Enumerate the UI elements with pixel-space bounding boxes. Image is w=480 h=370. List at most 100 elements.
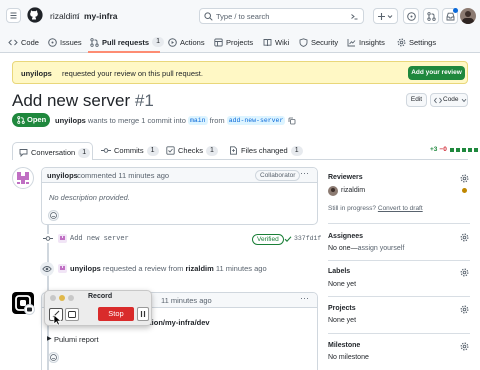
table-icon xyxy=(214,38,223,46)
code-icon xyxy=(434,97,442,104)
comment-author[interactable]: unyilops xyxy=(47,171,78,180)
commit-author-avatar[interactable] xyxy=(58,234,67,243)
reviewers-heading: Reviewers xyxy=(328,174,363,181)
commit-icon xyxy=(101,148,111,153)
notification-dot xyxy=(453,8,458,13)
pull-requests-button[interactable] xyxy=(423,8,439,24)
window-minimize-dot[interactable] xyxy=(59,295,65,301)
nav-item-label: Projects xyxy=(226,37,254,47)
menu-button[interactable] xyxy=(6,8,21,23)
gear-icon[interactable] xyxy=(460,342,469,351)
labels-value: None yet xyxy=(328,281,357,288)
user-avatar[interactable] xyxy=(460,8,476,24)
add-reaction-button[interactable] xyxy=(48,210,59,221)
reviewer-avatar[interactable] xyxy=(328,186,338,196)
head-branch[interactable]: add-new-server xyxy=(226,116,286,125)
gear-icon[interactable] xyxy=(460,174,469,183)
search-placeholder: Type / to search xyxy=(216,12,270,21)
add-reaction-button[interactable] xyxy=(48,352,59,363)
bot-comment-time: 11 minutes ago xyxy=(161,296,212,305)
stop-recording-button[interactable]: Stop xyxy=(98,307,134,321)
nav-item-label: Actions xyxy=(180,37,205,47)
event-text: requested a review from xyxy=(100,264,186,273)
search-input[interactable]: Type / to search xyxy=(199,8,364,24)
github-logo-icon[interactable] xyxy=(27,7,43,23)
comment-menu-icon[interactable]: ··· xyxy=(300,168,309,178)
command-palette-icon[interactable] xyxy=(350,12,359,21)
issues-button[interactable] xyxy=(403,8,419,24)
tabs-divider xyxy=(93,159,468,160)
diffstat-block xyxy=(467,147,472,152)
window-close-dot[interactable] xyxy=(50,295,56,301)
repo-owner-link[interactable]: rizaldim xyxy=(50,11,79,21)
code-icon xyxy=(8,39,18,45)
diffstat-deletions: −0 xyxy=(439,146,447,153)
nav-item-label: Wiki xyxy=(275,37,290,47)
nav-item-projects[interactable]: Projects xyxy=(214,35,253,49)
comment-icon xyxy=(19,149,28,157)
disclosure-triangle-icon[interactable]: ▶ xyxy=(47,335,52,342)
recorder-title: Record xyxy=(88,293,113,300)
repo-name-link[interactable]: my-infra xyxy=(84,11,118,21)
code-dropdown-button[interactable]: Code xyxy=(430,93,468,107)
add-review-button[interactable]: Add your review xyxy=(408,66,465,80)
pause-recording-button[interactable] xyxy=(137,307,149,321)
event-reviewer[interactable]: rizaldim xyxy=(185,264,213,273)
gear-icon[interactable] xyxy=(460,268,469,277)
check-icon xyxy=(284,236,292,242)
nav-item-wiki[interactable]: Wiki xyxy=(263,35,289,49)
window-mode-button[interactable] xyxy=(65,308,79,321)
gear-icon[interactable] xyxy=(460,233,469,242)
event-badge xyxy=(40,262,54,276)
comment-menu-icon[interactable]: ··· xyxy=(300,293,309,303)
event-actor-avatar[interactable] xyxy=(58,264,67,273)
nav-item-issues[interactable]: Issues xyxy=(48,35,82,49)
commit-sha[interactable]: 337fd1f xyxy=(294,235,321,242)
pr-author-link[interactable]: unyilops xyxy=(55,116,86,125)
nav-item-actions[interactable]: Actions xyxy=(168,35,205,49)
gear-icon[interactable] xyxy=(460,305,469,314)
window-zoom-dot[interactable] xyxy=(68,295,74,301)
verified-badge[interactable]: Verified xyxy=(252,234,284,245)
sidebar-divider xyxy=(328,260,470,261)
comment-meta: commented 11 minutes ago xyxy=(75,171,170,180)
nav-item-pull-requests[interactable]: Pull requests 1 xyxy=(90,35,165,49)
issue-circle-icon xyxy=(407,12,416,21)
nav-item-label: Pull requests xyxy=(102,37,150,47)
pulumi-report-summary[interactable]: Pulumi report xyxy=(54,335,99,344)
convert-to-draft-link[interactable]: Convert to draft xyxy=(378,205,423,212)
commit-message[interactable]: Add new server xyxy=(70,235,129,243)
breadcrumb-separator: / xyxy=(77,11,80,21)
tab-files-changed[interactable]: Files changed 1 xyxy=(229,142,303,159)
commenter-avatar[interactable] xyxy=(12,167,34,189)
stack-link[interactable]: ation/my-infra/dev xyxy=(145,318,210,327)
assign-yourself-link[interactable]: assign yourself xyxy=(358,245,405,252)
banner-user[interactable]: unyilops xyxy=(21,69,52,78)
pr-title: Add new server xyxy=(12,91,131,110)
comment-header: unyilops commented 11 minutes ago Collab… xyxy=(42,168,317,183)
nav-item-settings[interactable]: Settings xyxy=(397,35,436,49)
pull-request-icon xyxy=(427,12,436,21)
tab-checks[interactable]: Checks 1 xyxy=(166,142,218,159)
diffstat-block xyxy=(455,147,460,152)
sidebar-divider xyxy=(328,223,470,224)
tab-count: 1 xyxy=(78,147,91,158)
copy-icon[interactable] xyxy=(288,117,296,125)
base-branch[interactable]: main xyxy=(187,116,208,125)
nav-item-insights[interactable]: Insights xyxy=(347,35,385,49)
reviewer-name[interactable]: rizaldim xyxy=(341,187,365,194)
tab-commits[interactable]: Commits 1 xyxy=(101,142,159,159)
issue-icon xyxy=(48,37,57,47)
create-new-button[interactable] xyxy=(373,8,398,24)
edit-title-button[interactable]: Edit xyxy=(406,93,427,107)
collaborator-badge: Collaborator xyxy=(255,170,301,181)
milestone-value: No milestone xyxy=(328,354,369,361)
tab-label: Checks xyxy=(178,146,204,155)
tab-conversation[interactable]: Conversation 1 xyxy=(12,142,93,160)
event-actor[interactable]: unyilops xyxy=(70,264,101,273)
search-icon xyxy=(204,12,213,21)
inbox-button[interactable] xyxy=(442,8,458,24)
nav-item-security[interactable]: Security xyxy=(299,35,338,49)
nav-item-code[interactable]: Code xyxy=(8,35,39,49)
review-request-event: unyilops requested a review from rizaldi… xyxy=(70,264,267,273)
